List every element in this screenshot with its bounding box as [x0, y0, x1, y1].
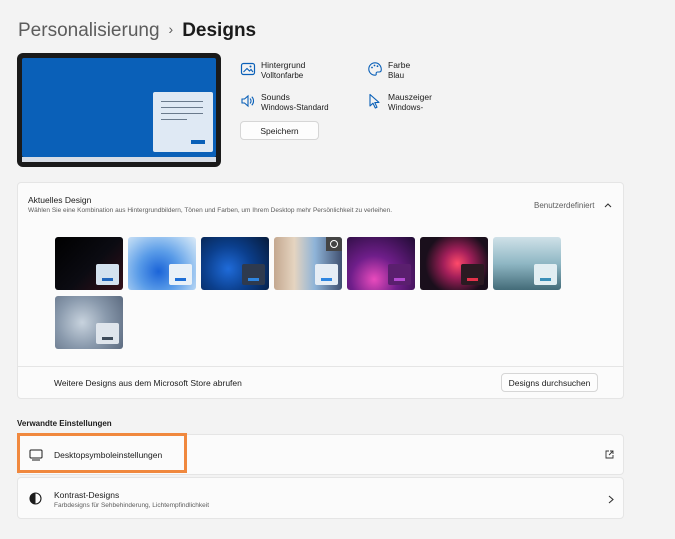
- theme-thumbnail[interactable]: [55, 296, 123, 349]
- current-theme-description: Wählen Sie eine Kombination aus Hintergr…: [28, 207, 393, 214]
- breadcrumb-separator-icon: ›: [168, 21, 174, 37]
- preview-taskbar: [22, 157, 216, 162]
- color-setting[interactable]: Farbe Blau: [367, 59, 487, 89]
- cursor-label: Mauszeiger: [388, 92, 432, 102]
- theme-preview-window: [534, 264, 557, 285]
- chevron-up-icon[interactable]: [604, 202, 612, 208]
- theme-preview-window: [388, 264, 411, 285]
- highlight-box: [17, 433, 187, 473]
- current-theme-header[interactable]: Aktuelles Design Wählen Sie eine Kombina…: [17, 182, 624, 225]
- contrast-designs-subtitle: Farbdesigns für Sehbehinderung, Lichtemp…: [54, 502, 210, 509]
- store-text: Weitere Designs aus dem Microsoft Store …: [54, 378, 242, 388]
- color-label: Farbe: [388, 60, 411, 70]
- external-link-icon[interactable]: [605, 450, 614, 459]
- mouse-pointer-icon: [369, 93, 380, 109]
- breadcrumb-parent[interactable]: Personalisierung: [18, 20, 160, 41]
- background-value: Volltonfarbe: [261, 71, 304, 80]
- theme-preview-window: [315, 264, 338, 285]
- theme-thumbnail[interactable]: [128, 237, 196, 290]
- theme-preview-window: [96, 323, 119, 344]
- contrast-designs-row[interactable]: Kontrast-Designs Farbdesigns für Sehbehi…: [17, 477, 624, 519]
- preview-desktop: [22, 58, 216, 157]
- speaker-icon: [241, 94, 254, 108]
- save-button[interactable]: Speichern: [240, 121, 319, 140]
- contrast-designs-title: Kontrast-Designs: [54, 490, 120, 500]
- picture-icon: [240, 62, 256, 76]
- current-theme-title: Aktuelles Design: [28, 195, 92, 205]
- chevron-right-icon: [608, 495, 614, 504]
- sounds-value: Windows-Standard: [261, 103, 329, 112]
- theme-preview-window: [96, 264, 119, 285]
- theme-thumbnail[interactable]: [274, 237, 342, 290]
- background-setting[interactable]: Hintergrund Volltonfarbe: [240, 59, 360, 89]
- related-settings-heading: Verwandte Einstellungen: [17, 419, 112, 428]
- browse-designs-button[interactable]: Designs durchsuchen: [501, 373, 598, 392]
- sounds-label: Sounds: [261, 92, 290, 102]
- current-theme-value: Benutzerdefiniert: [534, 201, 595, 210]
- store-row: Weitere Designs aus dem Microsoft Store …: [17, 366, 624, 399]
- sounds-setting[interactable]: Sounds Windows-Standard: [240, 91, 360, 121]
- theme-thumbnail[interactable]: [493, 237, 561, 290]
- theme-preview-window: [242, 264, 265, 285]
- theme-thumbnail[interactable]: [201, 237, 269, 290]
- cursor-setting[interactable]: Mauszeiger Windows-: [367, 91, 487, 121]
- theme-preview: [17, 53, 221, 167]
- theme-thumbnail[interactable]: [420, 237, 488, 290]
- slideshow-icon: [326, 237, 342, 251]
- theme-preview-window: [169, 264, 192, 285]
- color-value: Blau: [388, 71, 405, 80]
- breadcrumb-current: Designs: [182, 20, 257, 41]
- contrast-icon: [29, 492, 42, 505]
- theme-preview-window: [461, 264, 484, 285]
- palette-icon: [368, 62, 382, 76]
- theme-gallery: [17, 224, 624, 367]
- preview-window: [153, 92, 213, 152]
- theme-thumbnail[interactable]: [347, 237, 415, 290]
- theme-thumbnail[interactable]: [55, 237, 123, 290]
- background-label: Hintergrund: [261, 60, 306, 70]
- cursor-value: Windows-: [388, 103, 424, 112]
- page-title: Personalisierung › Designs: [18, 20, 256, 42]
